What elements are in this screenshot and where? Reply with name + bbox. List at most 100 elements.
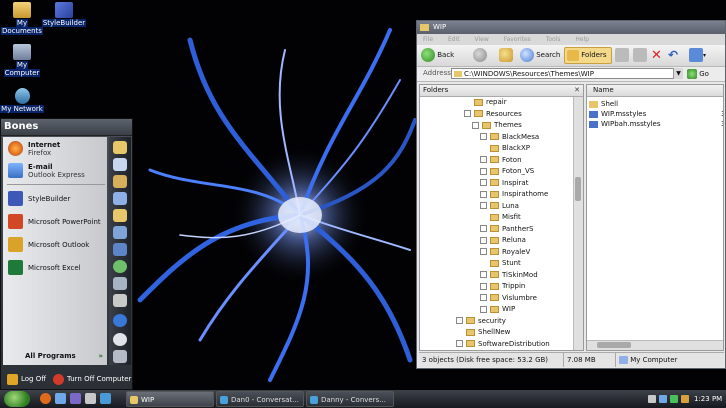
expand-icon[interactable]	[480, 236, 487, 244]
menu-file[interactable]: File	[423, 36, 433, 43]
start-button[interactable]	[4, 391, 30, 407]
my-computer-icon[interactable]	[113, 192, 127, 205]
expand-icon[interactable]	[456, 340, 463, 347]
tree-node[interactable]: PantherS	[480, 224, 533, 234]
desktop-icon-my-documents[interactable]: My Documents	[0, 2, 44, 35]
tree-node[interactable]: Foton	[480, 155, 522, 165]
desktop-icon-my-computer[interactable]: My Computer	[0, 44, 44, 77]
quick-launch-app-icon[interactable]	[100, 393, 111, 404]
expand-icon[interactable]	[480, 179, 487, 186]
tree-node[interactable]: SoftwareDistribution	[456, 339, 550, 349]
all-programs-button[interactable]: All Programs »	[3, 348, 107, 364]
tree-node[interactable]: ShellNew	[456, 327, 510, 337]
my-music-icon[interactable]	[113, 175, 127, 188]
menu-view[interactable]: View	[475, 36, 489, 43]
delete-icon[interactable]: ✕	[651, 47, 662, 64]
column-header-name[interactable]: Name	[587, 85, 723, 97]
expand-icon[interactable]	[480, 305, 487, 313]
start-item-powerpoint[interactable]: Microsoft PowerPoint	[6, 212, 106, 232]
recent-documents-icon[interactable]	[113, 209, 127, 222]
copy-to-button[interactable]	[633, 47, 647, 64]
collapse-icon[interactable]	[472, 121, 479, 129]
tree-node[interactable]: RoyaleV	[480, 247, 530, 257]
control-panel-icon[interactable]	[113, 226, 127, 239]
tree-node[interactable]: Vislumbre	[480, 293, 537, 303]
menu-edit[interactable]: Edit	[448, 36, 460, 43]
my-pictures-icon[interactable]	[113, 158, 127, 171]
expand-icon[interactable]	[480, 248, 487, 255]
folders-scrollbar[interactable]	[573, 97, 583, 350]
tree-node[interactable]: Luna	[480, 201, 519, 211]
forward-button[interactable]	[473, 47, 487, 64]
start-item-email[interactable]: E-mail Outlook Express	[6, 161, 106, 181]
run-icon[interactable]	[113, 350, 127, 363]
desktop-icon-my-network[interactable]: My Network	[0, 88, 44, 113]
menu-favorites[interactable]: Favorites	[504, 36, 531, 43]
help-icon[interactable]	[113, 314, 127, 327]
tree-node[interactable]: Themes	[472, 120, 522, 130]
expand-icon[interactable]	[480, 167, 487, 175]
expand-icon[interactable]	[480, 225, 487, 232]
file-row[interactable]: WIP.msstyles 3	[589, 109, 723, 119]
start-item-outlook[interactable]: Microsoft Outlook	[6, 235, 106, 255]
start-item-internet[interactable]: Internet Firefox	[6, 139, 106, 159]
tree-node[interactable]: Inspirathome	[480, 189, 548, 199]
quick-launch-app-icon[interactable]	[85, 393, 96, 404]
tree-node[interactable]: WIP	[480, 304, 515, 314]
explorer-title-bar[interactable]: WIP	[417, 21, 725, 34]
search-button[interactable]: Search	[520, 47, 560, 64]
start-item-stylebuilder[interactable]: StyleBuilder	[6, 189, 106, 209]
expand-icon[interactable]	[480, 282, 487, 290]
tray-app-icon[interactable]	[681, 395, 689, 403]
tree-node[interactable]: Foton_VS	[480, 166, 534, 176]
turn-off-computer-button[interactable]: Turn Off Computer	[53, 372, 131, 386]
expand-icon[interactable]	[480, 271, 487, 278]
file-row[interactable]: Shell	[589, 99, 618, 109]
address-dropdown-button[interactable]: ▼	[673, 68, 683, 79]
log-off-button[interactable]: Log Off	[7, 372, 46, 386]
address-input[interactable]: C:\WINDOWS\Resources\Themes\WIP	[451, 68, 681, 79]
show-desktop-icon[interactable]	[55, 393, 66, 404]
tree-node[interactable]: Trippin	[480, 281, 525, 291]
desktop-icon-stylebuilder[interactable]: StyleBuilder	[40, 2, 88, 27]
back-button[interactable]: Back	[421, 47, 454, 64]
clock[interactable]: 1:23 PM	[694, 391, 722, 407]
tools-icon[interactable]	[113, 294, 127, 307]
task-button-danny-conversation[interactable]: Danny - Convers...	[306, 391, 394, 407]
tree-node[interactable]: BlackXP	[480, 143, 530, 153]
messenger-tray-icon[interactable]	[670, 395, 678, 403]
task-button-dan0-conversation[interactable]: Dan0 - Conversat...	[216, 391, 304, 407]
my-documents-icon[interactable]	[113, 141, 127, 154]
files-horizontal-scrollbar[interactable]	[587, 340, 723, 350]
tree-node[interactable]: repair	[464, 97, 507, 107]
tree-node[interactable]: Stunt	[480, 258, 521, 268]
expand-icon[interactable]	[480, 294, 487, 301]
start-item-excel[interactable]: Microsoft Excel	[6, 258, 106, 278]
close-icon[interactable]: ✕	[574, 85, 580, 96]
expand-icon[interactable]	[480, 202, 487, 209]
volume-icon[interactable]	[648, 395, 656, 403]
task-button-wip[interactable]: WIP	[126, 391, 214, 407]
folders-button[interactable]: Folders	[564, 47, 612, 64]
undo-icon[interactable]: ↶	[668, 47, 678, 64]
firefox-icon[interactable]	[40, 393, 51, 404]
views-button[interactable]: ▾	[689, 47, 706, 64]
scrollbar-thumb[interactable]	[575, 177, 581, 201]
tree-node[interactable]: Inspirat	[480, 178, 528, 188]
tree-node[interactable]: TiSkinMod	[480, 270, 538, 280]
tree-node[interactable]: Resources	[464, 109, 522, 119]
internet-options-icon[interactable]	[113, 260, 127, 273]
scrollbar-thumb[interactable]	[597, 342, 631, 348]
file-row[interactable]: WIPbah.msstyles 3	[589, 119, 723, 129]
go-button[interactable]: Go	[687, 68, 709, 80]
collapse-icon[interactable]	[464, 110, 471, 117]
tree-node[interactable]: security	[456, 316, 506, 326]
printers-icon[interactable]	[113, 277, 127, 290]
tree-node[interactable]: BlackMesa	[480, 132, 539, 142]
menu-help[interactable]: Help	[575, 36, 589, 43]
network-tray-icon[interactable]	[659, 395, 667, 403]
expand-icon[interactable]	[480, 156, 487, 163]
tree-node[interactable]: srchasst	[456, 350, 507, 351]
quick-launch-app-icon[interactable]	[70, 393, 81, 404]
expand-icon[interactable]	[480, 133, 487, 140]
